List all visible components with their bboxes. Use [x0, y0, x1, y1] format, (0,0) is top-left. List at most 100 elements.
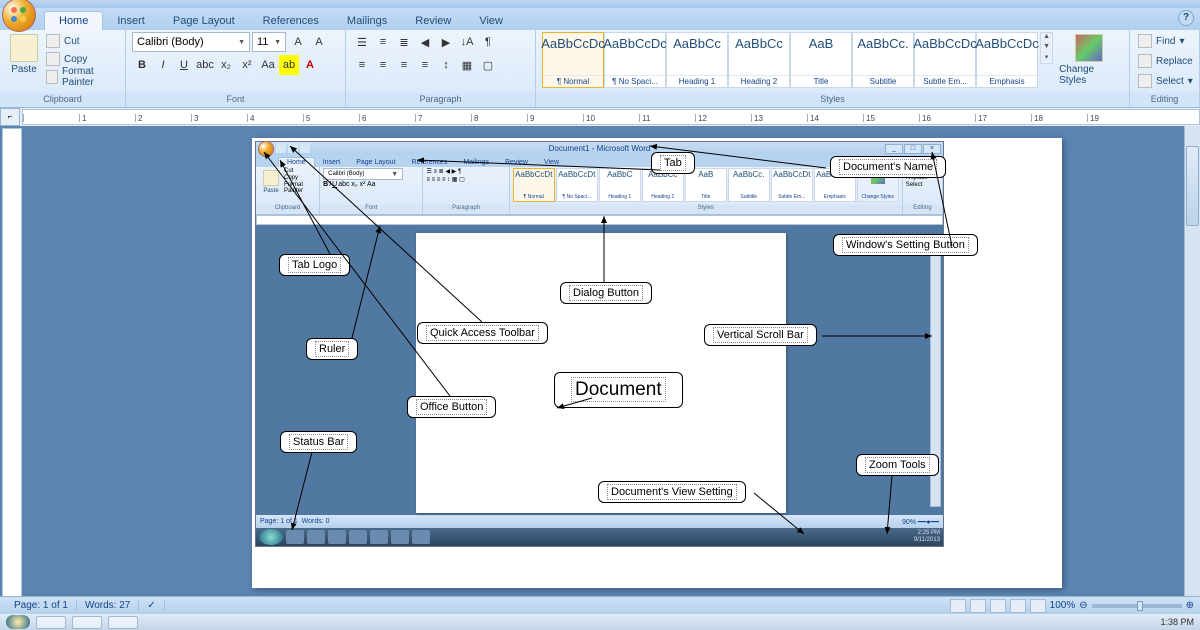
inner-window-buttons: _□×: [885, 144, 941, 154]
status-proof[interactable]: ✓: [139, 600, 164, 611]
document-page[interactable]: Document1 - Microsoft Word _□× HomeInser…: [252, 138, 1062, 588]
subscript-button[interactable]: x₂: [216, 55, 236, 75]
view-print-button[interactable]: [950, 599, 966, 613]
status-words[interactable]: Words: 27: [77, 600, 139, 611]
indent-inc-button[interactable]: ▶: [436, 32, 456, 52]
justify-button[interactable]: ≡: [415, 55, 435, 75]
office-button[interactable]: [2, 0, 36, 32]
change-styles-icon: [1075, 34, 1103, 62]
numbering-button[interactable]: ≡: [373, 32, 393, 52]
callout-office: Office Button: [407, 396, 496, 418]
view-draft-button[interactable]: [1030, 599, 1046, 613]
bullets-button[interactable]: ☰: [352, 32, 372, 52]
select-button[interactable]: Select ▾: [1136, 72, 1195, 90]
brush-icon: [46, 70, 58, 84]
view-full-button[interactable]: [970, 599, 986, 613]
align-center-button[interactable]: ≡: [373, 55, 393, 75]
ruler-bar: ⌐ 12345678910111213141516171819: [0, 108, 1200, 126]
font-label: Font: [126, 93, 345, 107]
vertical-ruler[interactable]: [2, 128, 22, 612]
paste-button[interactable]: Paste: [6, 32, 42, 77]
font-size-select[interactable]: 11▼: [252, 32, 286, 52]
inner-quick-access: [276, 143, 310, 153]
tab-references[interactable]: References: [249, 12, 333, 30]
callout-win-setting: Window's Setting Button: [833, 234, 978, 256]
editing-label: Editing: [1130, 93, 1199, 107]
tab-review[interactable]: Review: [401, 12, 465, 30]
bold-button[interactable]: B: [132, 55, 152, 75]
style-option[interactable]: AaBTitle: [790, 32, 852, 88]
ruler-corner[interactable]: ⌐: [0, 108, 20, 126]
show-marks-button[interactable]: ¶: [478, 32, 498, 52]
status-page[interactable]: Page: 1 of 1: [6, 600, 77, 611]
scrollbar-thumb[interactable]: [1186, 146, 1199, 226]
replace-icon: [1138, 54, 1152, 68]
tab-page-layout[interactable]: Page Layout: [159, 12, 249, 30]
italic-button[interactable]: I: [153, 55, 173, 75]
tab-view[interactable]: View: [465, 12, 517, 30]
style-option[interactable]: AaBbCcDcSubtle Em...: [914, 32, 976, 88]
callout-zoom: Zoom Tools: [856, 454, 939, 476]
indent-dec-button[interactable]: ◀: [415, 32, 435, 52]
align-right-button[interactable]: ≡: [394, 55, 414, 75]
taskbar-app[interactable]: [108, 616, 138, 629]
taskbar-app[interactable]: [36, 616, 66, 629]
zoom-percent[interactable]: 100%: [1050, 600, 1076, 611]
style-option[interactable]: AaBbCcDc¶ No Spaci...: [604, 32, 666, 88]
callout-view-setting: Document's View Setting: [598, 481, 746, 503]
style-option[interactable]: AaBbCcHeading 2: [728, 32, 790, 88]
inner-statusbar: Page: 1 of 1 Words: 0 90% ━━●━━: [256, 515, 943, 528]
vertical-scrollbar[interactable]: [1184, 126, 1200, 612]
tab-home[interactable]: Home: [44, 11, 103, 30]
font-color-button[interactable]: A: [300, 55, 320, 75]
borders-button[interactable]: ▢: [478, 55, 498, 75]
callout-tab-logo: Tab Logo: [279, 254, 350, 276]
underline-button[interactable]: U: [174, 55, 194, 75]
callout-ruler: Ruler: [306, 338, 358, 360]
change-styles-button[interactable]: Change Styles: [1055, 32, 1123, 88]
horizontal-ruler[interactable]: 12345678910111213141516171819: [22, 109, 1200, 125]
copy-icon: [46, 52, 60, 66]
style-option[interactable]: AaBbCcDcEmphasis: [976, 32, 1038, 88]
view-web-button[interactable]: [990, 599, 1006, 613]
highlight-button[interactable]: ab: [279, 55, 299, 75]
sort-button[interactable]: ↓A: [457, 32, 477, 52]
zoom-in-button[interactable]: ⊕: [1186, 600, 1194, 611]
case-button[interactable]: Aa: [258, 55, 278, 75]
shading-button[interactable]: ▦: [457, 55, 477, 75]
cut-button[interactable]: Cut: [44, 32, 119, 50]
multilevel-button[interactable]: ≣: [394, 32, 414, 52]
style-option[interactable]: AaBbCcHeading 1: [666, 32, 728, 88]
line-spacing-button[interactable]: ↕: [436, 55, 456, 75]
callout-quick-access: Quick Access Toolbar: [417, 322, 548, 344]
superscript-button[interactable]: x²: [237, 55, 257, 75]
view-outline-button[interactable]: [1010, 599, 1026, 613]
styles-gallery[interactable]: AaBbCcDc¶ NormalAaBbCcDc¶ No Spaci...AaB…: [542, 32, 1038, 88]
callout-status: Status Bar: [280, 431, 357, 453]
zoom-slider[interactable]: [1092, 604, 1182, 608]
replace-button[interactable]: Replace: [1136, 52, 1195, 70]
strike-button[interactable]: abc: [195, 55, 215, 75]
tab-strip: Home Insert Page Layout References Maili…: [0, 8, 1200, 30]
tab-insert[interactable]: Insert: [103, 12, 159, 30]
find-button[interactable]: Find ▾: [1136, 32, 1186, 50]
styles-more-button[interactable]: ▲▼▾: [1040, 32, 1053, 64]
start-button[interactable]: [6, 615, 30, 629]
taskbar-clock[interactable]: 1:38 PM: [1160, 617, 1194, 627]
tab-mailings[interactable]: Mailings: [333, 12, 401, 30]
zoom-out-button[interactable]: ⊖: [1079, 600, 1087, 611]
title-bar: [0, 0, 1200, 8]
style-option[interactable]: AaBbCcDc¶ Normal: [542, 32, 604, 88]
font-family-select[interactable]: Calibri (Body)▼: [132, 32, 250, 52]
callout-doc-name: Document's Name: [830, 156, 946, 178]
status-bar: Page: 1 of 1 Words: 27 ✓ 100% ⊖ ⊕: [0, 596, 1200, 614]
shrink-font-button[interactable]: A: [309, 32, 329, 52]
taskbar-app[interactable]: [72, 616, 102, 629]
align-left-button[interactable]: ≡: [352, 55, 372, 75]
grow-font-button[interactable]: A: [288, 32, 308, 52]
ribbon: Paste Cut Copy Format Painter Clipboard …: [0, 30, 1200, 108]
style-option[interactable]: AaBbCc.Subtitle: [852, 32, 914, 88]
find-icon: [1138, 34, 1152, 48]
help-button[interactable]: ?: [1178, 10, 1194, 26]
format-painter-button[interactable]: Format Painter: [44, 68, 119, 86]
